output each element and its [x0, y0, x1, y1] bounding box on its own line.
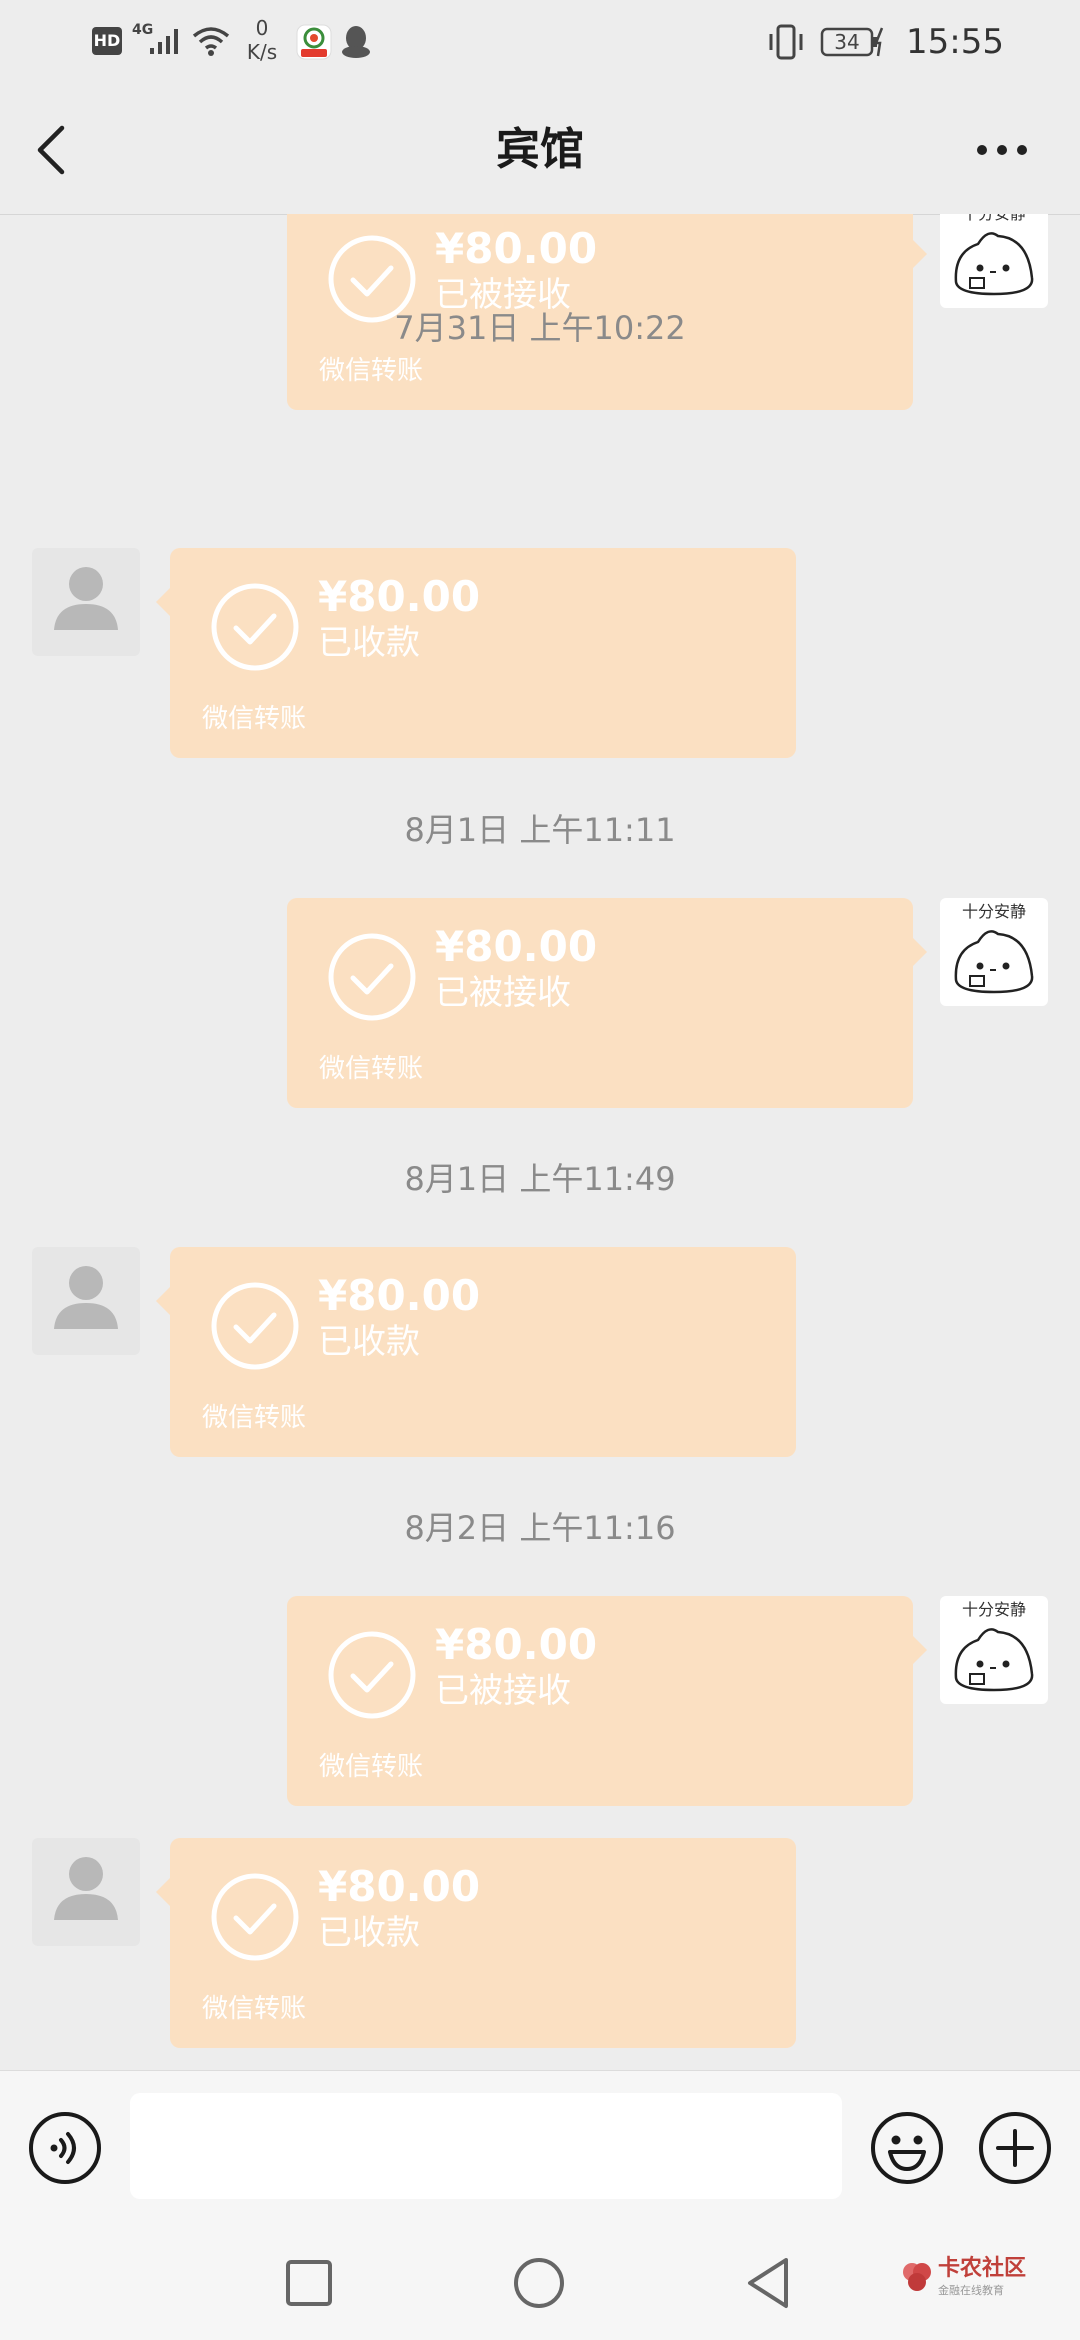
watermark-logo-icon [903, 2263, 931, 2291]
qq-icon [342, 26, 370, 58]
check-circle-icon [211, 583, 299, 671]
cartoon-face-icon [954, 930, 1034, 994]
transfer-bubble[interactable]: ¥80.00 已收款 微信转账 [156, 1838, 796, 2048]
wifi-icon [192, 27, 230, 56]
transfer-bubble[interactable]: ¥80.00 已被接收 微信转账 [287, 898, 927, 1108]
emoji-icon[interactable] [870, 2111, 944, 2185]
person-icon [54, 567, 118, 630]
person-icon [54, 1857, 118, 1920]
transfer-label: 微信转账 [319, 1752, 424, 1782]
contact-avatar[interactable] [32, 1247, 140, 1355]
timestamp: 8月1日 上午11:11 [404, 811, 676, 849]
message-list[interactable]: ¥80.00 已被接收 微信转账 十分安静 7月31日 上午10:22 ¥80.… [0, 214, 1080, 2070]
timestamp: 8月1日 上午11:49 [404, 1160, 676, 1198]
transfer-status: 已收款 [318, 1913, 420, 1953]
battery-level: 34 [834, 30, 860, 54]
transfer-status: 已收款 [318, 623, 420, 663]
more-options-icon[interactable] [970, 134, 1050, 166]
person-icon [54, 1266, 118, 1329]
transfer-amount: ¥80.00 [435, 224, 598, 273]
transfer-label: 微信转账 [202, 1994, 307, 2024]
transfer-amount: ¥80.00 [318, 572, 481, 621]
transfer-bubble[interactable]: ¥80.00 已收款 微信转账 [156, 1247, 796, 1457]
my-avatar[interactable]: 十分安静 [940, 898, 1048, 1006]
cartoon-face-icon [954, 1628, 1034, 1692]
chat-header: 宾馆 [0, 84, 1080, 215]
check-circle-icon [211, 1873, 299, 1961]
input-bar [0, 2070, 1080, 2221]
transfer-amount: ¥80.00 [318, 1862, 481, 1911]
transfer-status: 已被接收 [435, 1671, 571, 1711]
transfer-amount: ¥80.00 [435, 922, 598, 971]
watermark: 卡农社区 金融在线教育 [900, 2256, 1030, 2304]
chat-title: 宾馆 [496, 124, 584, 175]
transfer-amount: ¥80.00 [435, 1620, 598, 1669]
transfer-label: 微信转账 [319, 356, 424, 386]
system-nav-bar: 卡农社区 金融在线教育 [0, 2220, 1080, 2340]
vibrate-icon [769, 24, 803, 60]
watermark-subtitle: 金融在线教育 [938, 2284, 1004, 2297]
transfer-amount: ¥80.00 [318, 1271, 481, 1320]
timestamp: 7月31日 上午10:22 [394, 309, 686, 347]
transfer-label: 微信转账 [202, 704, 307, 734]
nav-back-icon[interactable] [742, 2254, 792, 2312]
check-circle-icon [328, 1631, 416, 1719]
transfer-bubble[interactable]: ¥80.00 已被接收 微信转账 [287, 1596, 927, 1806]
news-app-icon [296, 24, 332, 60]
signal-icon [150, 29, 178, 54]
message-input[interactable] [130, 2093, 842, 2199]
recent-apps-icon[interactable] [284, 2258, 334, 2308]
network-speed: 0 K/s [246, 16, 278, 64]
check-circle-icon [328, 933, 416, 1021]
status-bar: HD 4G 0 K/s 34 15:55 [0, 0, 1080, 84]
contact-avatar[interactable] [32, 548, 140, 656]
clock: 15:55 [906, 22, 1004, 62]
hd-icon: HD [92, 27, 122, 55]
check-circle-icon [211, 1282, 299, 1370]
my-avatar[interactable]: 十分安静 [940, 214, 1048, 308]
voice-icon[interactable] [28, 2111, 102, 2185]
transfer-bubble[interactable]: ¥80.00 已收款 微信转账 [156, 548, 796, 758]
plus-icon[interactable] [978, 2111, 1052, 2185]
avatar-caption: 十分安静 [961, 1600, 1026, 1619]
watermark-title: 卡农社区 [938, 2256, 1027, 2281]
contact-avatar[interactable] [32, 1838, 140, 1946]
my-avatar[interactable]: 十分安静 [940, 1596, 1048, 1704]
battery-icon: 34 [820, 26, 884, 58]
back-arrow-icon[interactable] [30, 122, 80, 178]
timestamp: 8月2日 上午11:16 [404, 1509, 676, 1547]
transfer-status: 已被接收 [435, 973, 571, 1013]
avatar-caption: 十分安静 [961, 902, 1026, 921]
transfer-status: 已收款 [318, 1322, 420, 1362]
transfer-label: 微信转账 [319, 1054, 424, 1084]
cartoon-face-icon [954, 232, 1034, 296]
home-icon[interactable] [512, 2256, 566, 2310]
transfer-label: 微信转账 [202, 1403, 307, 1433]
